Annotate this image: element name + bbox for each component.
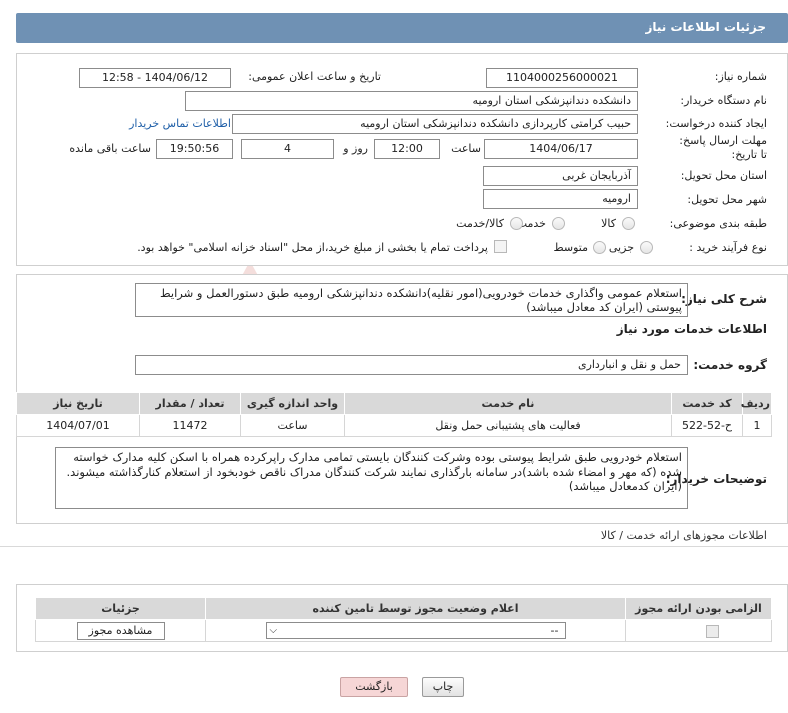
province-field: آذربایجان غربی [483,166,638,186]
summary-textarea[interactable]: استعلام عمومی واگذاری خدمات خودرویی(امور… [135,283,688,317]
cell-service-name: فعالیت های پشتیبانی حمل ونقل [344,414,672,437]
cell-quantity: 11472 [139,414,241,437]
requester-label: ایجاد کننده درخواست: [665,117,767,130]
services-table-header: ردیف کد خدمت نام خدمت واحد اندازه گیری ت… [16,392,772,415]
category-radio-goods-service[interactable] [510,217,523,230]
buyer-org-field: دانشکده دندانپزشکی استان ارومیه [185,91,638,111]
col-permit-status: اعلام وضعیت مجوز توسط تامین کننده [205,597,626,620]
purchase-radio-minor[interactable] [640,241,653,254]
deadline-label: مهلت ارسال پاسخ: تا تاریخ: [679,134,767,161]
treasury-payment-note: پرداخت تمام یا بخشی از مبلغ خرید،از محل … [137,241,488,254]
col-service-name: نام خدمت [344,392,672,415]
col-quantity: تعداد / مقدار [139,392,241,415]
category-option-goods-service: کالا/خدمت [456,217,504,230]
requester-field: حبیب کرامتی کارپردازی دانشکده دندانپزشکی… [232,114,638,134]
table-row: -- ⌵ مشاهده مجوز [35,619,772,642]
permits-table: الزامی بودن ارائه مجوز اعلام وضعیت مجوز … [35,597,772,642]
permits-section-title: اطلاعات مجوزهای ارائه خدمت / کالا [600,529,767,542]
table-row: 1 ح-52-522 فعالیت های پشتیبانی حمل ونقل … [16,414,772,437]
col-need-date: تاریخ نیاز [16,392,140,415]
col-row-number: ردیف [741,392,772,415]
purchase-type-label: نوع فرآیند خرید : [689,241,767,254]
permits-table-header: الزامی بودن ارائه مجوز اعلام وضعیت مجوز … [35,597,772,620]
col-permit-required: الزامی بودن ارائه مجوز [625,597,772,620]
remaining-days-field: 4 [241,139,334,159]
permits-divider [0,546,788,547]
page-title: جزئیات اطلاعات نیاز [645,20,766,34]
need-number-label: شماره نیاز: [714,70,767,83]
cell-need-date: 1404/07/01 [16,414,140,437]
page-header: جزئیات اطلاعات نیاز [16,13,788,43]
remaining-time-field: 19:50:56 [156,139,233,159]
service-group-label: گروه خدمت: [693,358,767,372]
summary-label: شرح کلی نیاز: [681,292,767,306]
remaining-time-label: ساعت باقی مانده [69,142,151,155]
col-permit-details: جزئیات [35,597,206,620]
cell-row-number: 1 [742,414,772,437]
chevron-down-icon: ⌵ [269,625,278,636]
print-button[interactable]: چاپ [422,677,464,697]
permit-status-select[interactable]: -- ⌵ [265,622,566,639]
services-section-title: اطلاعات خدمات مورد نیاز [616,322,767,336]
cell-service-code: ح-52-522 [671,414,743,437]
deadline-date-field: 1404/06/17 [484,139,638,159]
purchase-radio-medium[interactable] [593,241,606,254]
back-button[interactable]: بازگشت [340,677,408,697]
deadline-time-label: ساعت [451,142,481,155]
city-label: شهر محل تحویل: [687,193,767,206]
need-number-field: 1104000256000021 [486,68,638,88]
province-label: استان محل تحویل: [680,169,767,182]
announce-date-field: 1404/06/12 - 12:58 [79,68,231,88]
category-radio-service[interactable] [552,217,565,230]
city-field: ارومیه [483,189,638,209]
buyer-notes-textarea[interactable]: استعلام خودرویی طبق شرایط پیوستی بوده وش… [55,447,688,509]
permit-required-checkbox [706,624,719,638]
treasury-payment-checkbox[interactable] [494,240,507,253]
services-table: ردیف کد خدمت نام خدمت واحد اندازه گیری ت… [16,392,772,437]
col-unit: واحد اندازه گیری [240,392,345,415]
purchase-option-medium: متوسط [553,241,588,254]
cell-unit: ساعت [240,414,345,437]
buyer-org-label: نام دستگاه خریدار: [680,94,767,107]
buyer-contact-link[interactable]: اطلاعات تماس خریدار [129,115,231,133]
category-option-goods: کالا [601,217,616,230]
deadline-time-field: 12:00 [374,139,440,159]
category-radio-goods[interactable] [622,217,635,230]
purchase-option-minor: جزیی [608,241,634,254]
permit-status-value: -- [550,624,559,637]
view-permit-button[interactable]: مشاهده مجوز [76,621,165,640]
col-service-code: کد خدمت [671,392,743,415]
announce-date-label: تاریخ و ساعت اعلان عمومی: [248,70,381,83]
service-group-field: حمل و نقل و انبارداری [135,355,688,375]
days-label: روز و [343,142,368,155]
category-label: طبقه بندی موضوعی: [669,217,767,230]
